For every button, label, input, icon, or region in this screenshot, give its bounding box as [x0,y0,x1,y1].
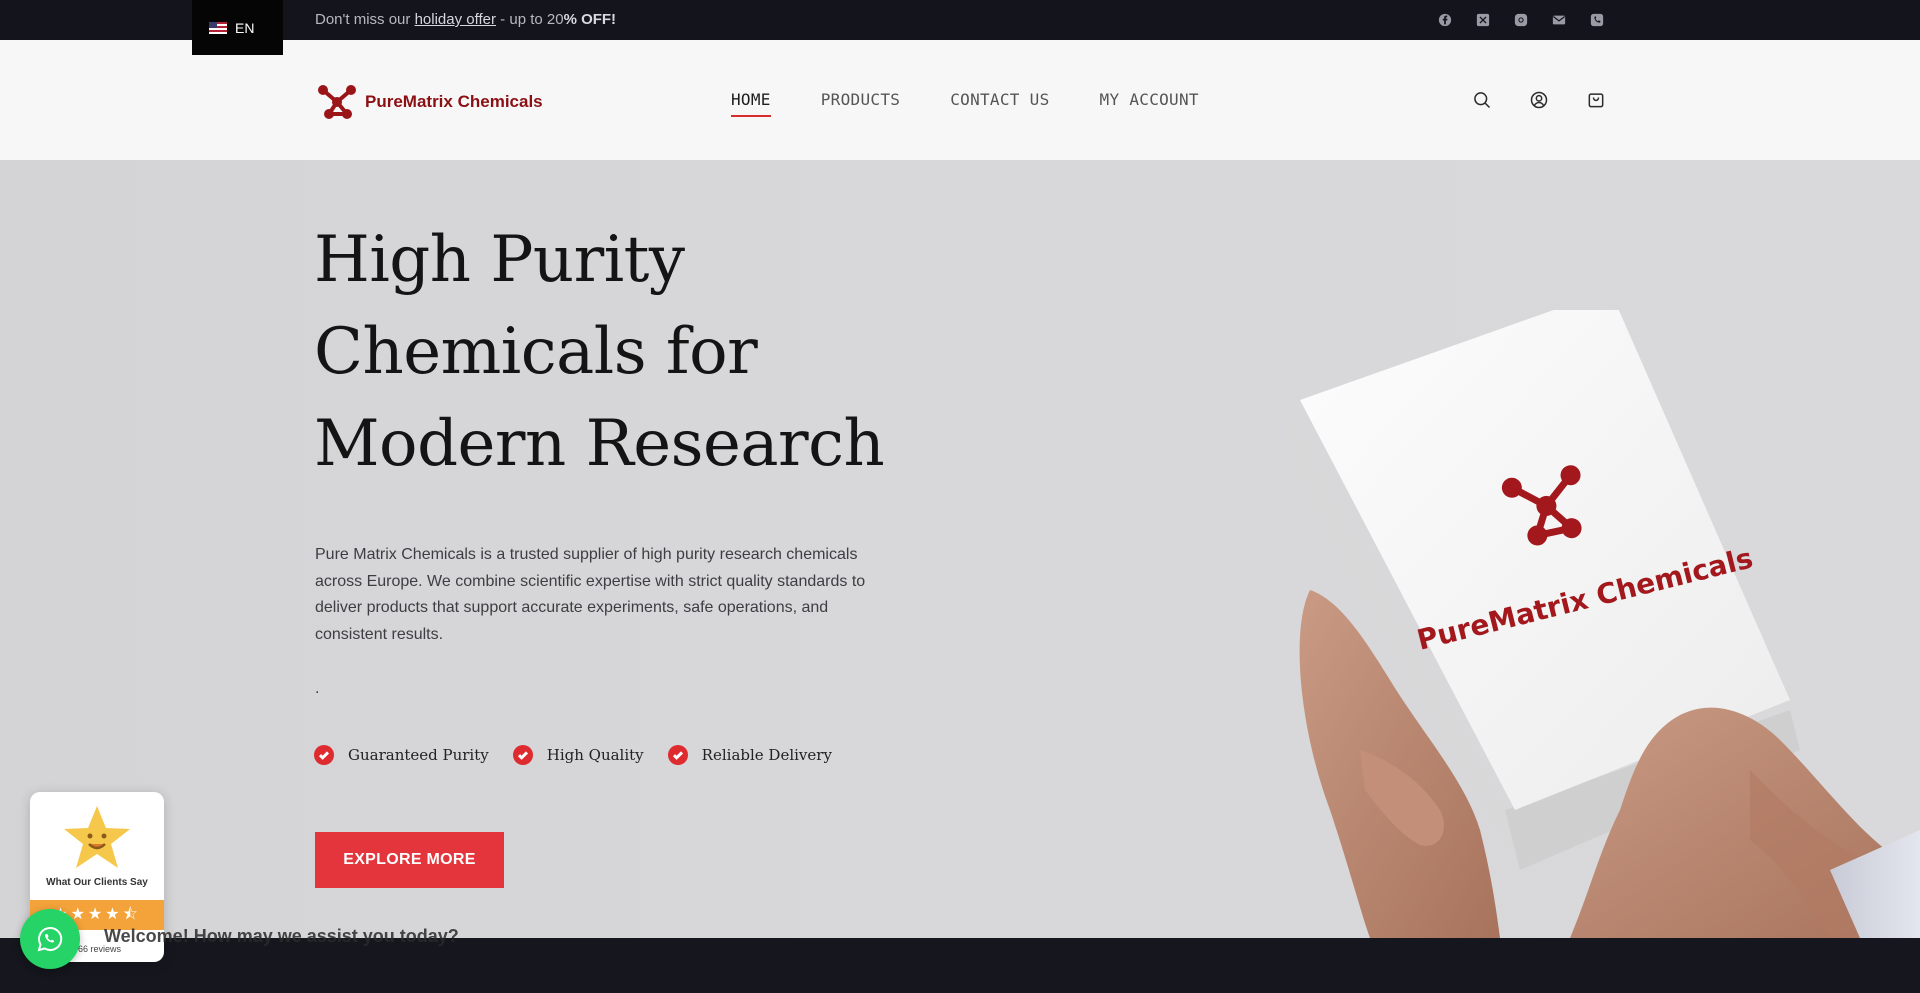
check-icon [667,745,688,765]
product-box-image: PureMatrix Chemicals [1285,310,1920,938]
mail-icon[interactable] [1551,12,1567,28]
main-nav: HOME PRODUCTS CONTACT US MY ACCOUNT [731,90,1199,117]
nav-products[interactable]: PRODUCTS [821,90,900,117]
instagram-icon[interactable] [1513,12,1529,28]
nav-my-account[interactable]: MY ACCOUNT [1100,90,1199,117]
feature-item: Reliable Delivery [667,745,832,765]
hero-title: High Purity Chemicals for Modern Researc… [314,223,885,481]
language-switcher[interactable]: EN [192,0,283,55]
logo-text: PureMatrix Chemicals [365,92,543,111]
phone-icon[interactable] [1589,12,1605,28]
feature-item: High Quality [512,745,644,765]
cart-icon[interactable] [1586,90,1606,110]
nav-contact-us[interactable]: CONTACT US [950,90,1049,117]
chat-welcome-text: Welcome! How may we assist you today? [104,926,459,946]
us-flag-icon [209,21,227,34]
reviews-title: What Our Clients Say [46,877,148,888]
facebook-icon[interactable] [1437,12,1453,28]
social-links [1437,12,1605,28]
x-icon[interactable] [1475,12,1491,28]
feature-list: Guaranteed Purity High Quality Reliable … [314,745,832,765]
whatsapp-icon [37,926,63,952]
nav-home[interactable]: HOME [731,90,771,117]
hero-description: Pure Matrix Chemicals is a trusted suppl… [315,546,866,643]
check-icon [512,745,533,765]
header-actions [1472,90,1606,110]
molecule-logo-icon [318,85,356,119]
promo-text: Don't miss our holiday offer - up to 20%… [315,11,617,28]
account-icon[interactable] [1529,90,1549,110]
whatsapp-chat-button[interactable] [20,909,80,969]
smiling-star-icon [64,806,130,868]
check-icon [314,745,334,765]
top-bar: Don't miss our holiday offer - up to 20%… [0,0,1920,40]
feature-item: Guaranteed Purity [314,745,489,765]
site-header: PureMatrix Chemicals HOME PRODUCTS CONTA… [0,40,1920,160]
search-icon[interactable] [1472,90,1492,110]
hero-dot: . [315,680,320,697]
site-logo[interactable]: PureMatrix Chemicals [315,80,543,124]
holiday-offer-link[interactable]: holiday offer [415,11,496,28]
explore-more-button[interactable]: EXPLORE MORE [315,832,504,888]
hero-section: High Purity Chemicals for Modern Researc… [0,160,1920,938]
